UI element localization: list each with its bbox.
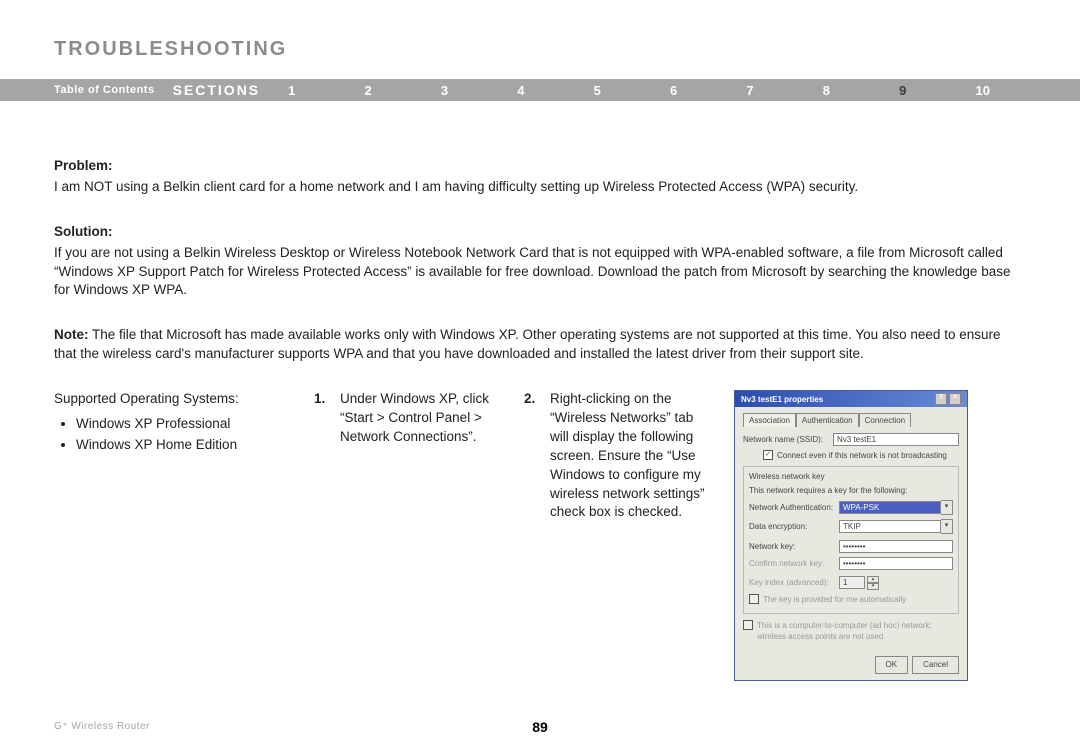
supported-os-list: Windows XP Professional Windows XP Home E… [54,415,294,455]
footer-product-name: G⁺ Wireless Router [0,721,150,732]
tab-association[interactable]: Association [743,413,796,427]
adhoc-checkbox [743,620,753,630]
ssid-label: Network name (SSID): [743,434,833,445]
close-button[interactable]: × [949,393,961,405]
section-nav-bar: Table of Contents SECTIONS 1 2 3 4 5 6 7 8 9 10 [0,79,1080,101]
section-link-10[interactable]: 10 [976,83,990,98]
section-numbers: 1 2 3 4 5 6 7 8 9 10 [288,83,1080,98]
steps-columns: Supported Operating Systems: Windows XP … [54,390,1026,681]
auth-label: Network Authentication: [749,502,839,513]
step-1-number: 1. [314,390,330,447]
step-2: 2. Right-clicking on the “Wireless Netwo… [524,390,714,522]
key-index-label: Key index (advanced): [749,577,839,588]
chevron-down-icon[interactable]: ▾ [941,500,953,515]
section-link-3[interactable]: 3 [441,83,448,98]
ssid-input[interactable]: Nv3 testE1 [833,433,959,446]
enc-dropdown[interactable]: TKIP [839,520,941,533]
tab-connection[interactable]: Connection [859,413,911,427]
auth-dropdown[interactable]: WPA-PSK [839,501,941,514]
step-2-number: 2. [524,390,540,522]
wireless-key-legend: Wireless network key [749,471,953,482]
auto-key-checkbox [749,594,759,604]
adhoc-label: This is a computer-to-computer (ad hoc) … [757,620,959,642]
note-label: Note: [54,327,89,342]
enc-label: Data encryption: [749,521,839,532]
step-1-text: Under Windows XP, click “Start > Control… [340,390,504,447]
section-link-6[interactable]: 6 [670,83,677,98]
network-key-input[interactable]: •••••••• [839,540,953,553]
step-2-text: Right-clicking on the “Wireless Networks… [550,390,714,522]
list-item: Windows XP Home Edition [76,436,294,455]
page-number: 89 [532,719,548,735]
help-button[interactable]: ? [935,393,947,405]
note-text: The file that Microsoft has made availab… [54,327,1000,361]
connect-broadcast-checkbox[interactable]: ✓ [763,450,773,460]
key-index-input: 1 [839,576,865,589]
cancel-button[interactable]: Cancel [912,656,959,673]
supported-os-column: Supported Operating Systems: Windows XP … [54,390,294,457]
wireless-key-fieldset: Wireless network key This network requir… [743,466,959,615]
network-key-label: Network key: [749,541,839,552]
dialog-titlebar: Nv3 testE1 properties ? × [735,391,967,407]
dialog-tabs: Association Authentication Connection [743,413,959,427]
solution-label: Solution: [54,223,1026,242]
section-link-2[interactable]: 2 [365,83,372,98]
section-link-9[interactable]: 9 [899,83,906,98]
page-title: TROUBLESHOOTING [0,0,1080,61]
wireless-properties-dialog: Nv3 testE1 properties ? × Association Au… [734,390,968,681]
section-link-4[interactable]: 4 [517,83,524,98]
dialog-title-text: Nv3 testE1 properties [741,394,823,405]
tab-authentication[interactable]: Authentication [796,413,859,427]
ok-button[interactable]: OK [875,656,909,673]
confirm-key-label: Confirm network key: [749,558,839,569]
solution-text: If you are not using a Belkin Wireless D… [54,244,1026,301]
note-paragraph: Note: The file that Microsoft has made a… [54,326,1026,364]
connect-broadcast-label: Connect even if this network is not broa… [777,450,947,461]
toc-link[interactable]: Table of Contents [0,84,173,96]
auto-key-label: The key is provided for me automatically [763,594,906,605]
main-content: Problem: I am NOT using a Belkin client … [0,101,1080,681]
wireless-key-desc: This network requires a key for the foll… [749,485,953,496]
section-link-1[interactable]: 1 [288,83,295,98]
supported-os-label: Supported Operating Systems: [54,390,294,409]
section-link-8[interactable]: 8 [823,83,830,98]
chevron-down-icon[interactable]: ▾ [941,519,953,534]
problem-label: Problem: [54,157,1026,176]
key-index-up: ▴ [867,576,879,583]
step-1: 1. Under Windows XP, click “Start > Cont… [314,390,504,447]
key-index-down: ▾ [867,583,879,590]
sections-label: SECTIONS [173,82,289,98]
problem-text: I am NOT using a Belkin client card for … [54,178,1026,197]
page-footer: G⁺ Wireless Router 89 [0,721,1080,732]
section-link-7[interactable]: 7 [746,83,753,98]
section-link-5[interactable]: 5 [594,83,601,98]
list-item: Windows XP Professional [76,415,294,434]
confirm-key-input[interactable]: •••••••• [839,557,953,570]
